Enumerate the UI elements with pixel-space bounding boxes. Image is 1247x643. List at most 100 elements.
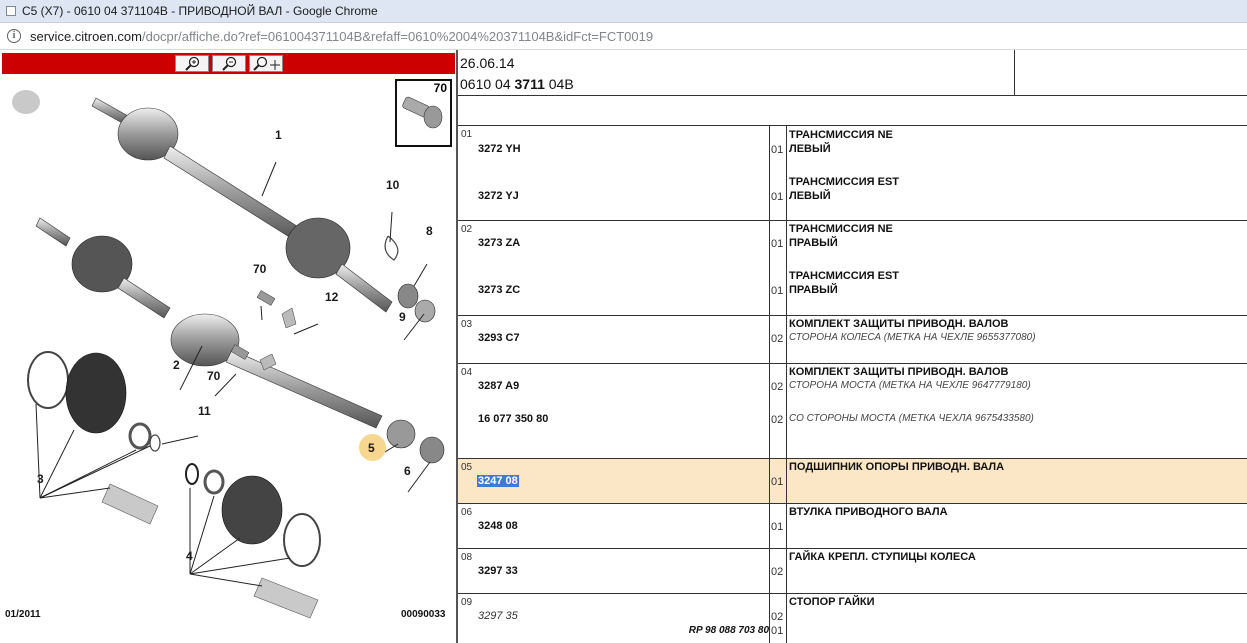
qty-cell (770, 126, 787, 220)
window-icon (6, 6, 16, 16)
zoom-in-icon (185, 56, 200, 71)
description: ПОДШИПНИК ОПОРЫ ПРИВОДН. ВАЛА (789, 461, 1005, 473)
description-detail: СО СТОРОНЫ МОСТА (МЕТКА ЧЕХЛА 9675433580… (789, 413, 1034, 424)
description: ВТУЛКА ПРИВОДНОГО ВАЛА (789, 506, 948, 518)
callout-70-lower[interactable]: 70 (207, 369, 220, 383)
quantity: 01 (771, 191, 784, 203)
seal-ring-8-shape (397, 283, 419, 309)
zoom-pan-button[interactable] (249, 55, 283, 72)
part-number[interactable]: 3297 35 (478, 610, 518, 622)
quantity: 02 (771, 414, 784, 426)
catalog-date: 26.06.14 (460, 55, 515, 71)
url-text[interactable]: service.citroen.com/docpr/affiche.do?ref… (30, 29, 653, 44)
description-detail: ПРАВЫЙ (789, 284, 838, 296)
header-spacer (458, 96, 1247, 126)
description: СТОПОР ГАЙКИ (789, 596, 875, 608)
zoom-out-icon (222, 56, 237, 71)
drawing-number: 00090033 (401, 609, 446, 620)
bearing-5-shape (386, 419, 416, 449)
description: КОМПЛЕКТ ЗАЩИТЫ ПРИВОДН. ВАЛОВ (789, 366, 1009, 378)
part-number-cell (458, 364, 770, 458)
table-row-selected[interactable]: 05 3247 08 01 ПОДШИПНИК ОПОРЫ ПРИВОДН. В… (458, 459, 1247, 504)
description-detail: ПРАВЫЙ (789, 237, 838, 249)
callout-11[interactable]: 11 (198, 404, 211, 418)
zoom-pan-icon (253, 56, 280, 71)
part-number[interactable]: 3273 ZA (478, 237, 520, 249)
part-number[interactable]: 16 077 350 80 (478, 413, 548, 425)
part-number[interactable]: 3297 33 (478, 565, 518, 577)
drawing-date: 01/2011 (5, 609, 41, 620)
item-number: 08 (461, 552, 473, 563)
inset-number: 70 (433, 81, 447, 95)
driveshaft-1-shape (91, 97, 393, 313)
callout-1[interactable]: 1 (275, 128, 282, 142)
description: ТРАНСМИССИЯ EST (789, 176, 899, 188)
table-row[interactable]: 06 3248 08 01 ВТУЛКА ПРИВОДНОГО ВАЛА (458, 504, 1247, 549)
url-host: service.citroen.com (30, 29, 142, 44)
zoom-toolbar (2, 53, 455, 74)
part-number[interactable]: 3287 A9 (478, 380, 519, 392)
callout-2[interactable]: 2 (173, 358, 180, 372)
boot-kit-4-shape (185, 463, 321, 619)
table-row[interactable]: 02 3273 ZA 01 ТРАНСМИССИЯ NE ПРАВЫЙ 3273… (458, 221, 1247, 316)
window-title: C5 (X7) - 0610 04 371104B - ПРИВОДНОЙ ВА… (22, 4, 378, 18)
quantity: 02 (771, 566, 784, 578)
part-number-cell (458, 126, 770, 220)
item-number: 05 (461, 462, 473, 473)
quantity-replacement: 01 (771, 625, 784, 637)
table-row[interactable]: 01 3272 YH 01 ТРАНСМИССИЯ NE ЛЕВЫЙ 3272 … (458, 126, 1247, 221)
part-number[interactable]: 3293 C7 (478, 332, 520, 344)
callout-4[interactable]: 4 (186, 549, 193, 563)
header-divider (1014, 50, 1015, 96)
address-bar[interactable]: i service.citroen.com/docpr/affiche.do?r… (0, 23, 1247, 50)
item-number: 02 (461, 224, 473, 235)
callout-70-upper[interactable]: 70 (253, 262, 266, 276)
parts-header: 26.06.14 0610 04 3711 04B (458, 50, 1247, 96)
table-row[interactable]: 08 3297 33 02 ГАЙКА КРЕПЛ. СТУПИЦЫ КОЛЕС… (458, 549, 1247, 594)
description: ТРАНСМИССИЯ NE (789, 129, 893, 141)
callout-8[interactable]: 8 (426, 224, 433, 238)
drawing-panel: 70 1 10 8 9 70 12 2 70 11 5 6 3 4 01/201… (0, 50, 456, 643)
callout-12[interactable]: 12 (325, 290, 338, 304)
quantity: 02 (771, 381, 784, 393)
part-number[interactable]: 3272 YJ (478, 190, 519, 202)
catalog-code: 0610 04 3711 04B (460, 76, 574, 92)
description: ТРАНСМИССИЯ EST (789, 270, 899, 282)
item-number: 03 (461, 319, 473, 330)
part-number-highlighted[interactable]: 3247 08 (477, 475, 519, 487)
code-suffix: 04B (544, 76, 574, 92)
bushing-6-shape (419, 436, 445, 464)
replacement-part-number[interactable]: RP 98 088 703 80 (689, 625, 769, 636)
description: КОМПЛЕКТ ЗАЩИТЫ ПРИВОДН. ВАЛОВ (789, 318, 1009, 330)
window-title-bar: C5 (X7) - 0610 04 371104B - ПРИВОДНОЙ ВА… (0, 0, 1247, 23)
zoom-out-button[interactable] (212, 55, 246, 72)
callout-10[interactable]: 10 (386, 178, 399, 192)
zoom-in-button[interactable] (175, 55, 209, 72)
code-prefix: 0610 04 (460, 76, 515, 92)
nut-9-shape (414, 299, 436, 323)
part-number[interactable]: 3248 08 (478, 520, 518, 532)
part-number-cell (458, 221, 770, 315)
description-detail: СТОРОНА КОЛЕСА (МЕТКА НА ЧЕХЛЕ 965537708… (789, 332, 1036, 343)
quantity: 02 (771, 611, 784, 623)
quantity: 01 (771, 476, 784, 488)
bolt-70-shape (256, 290, 276, 306)
callout-5[interactable]: 5 (368, 441, 375, 455)
exploded-parts-drawing (27, 97, 445, 619)
quantity: 01 (771, 238, 784, 250)
table-row[interactable]: 04 3287 A9 02 КОМПЛЕКТ ЗАЩИТЫ ПРИВОДН. В… (458, 364, 1247, 459)
quantity: 01 (771, 144, 784, 156)
table-row[interactable]: 09 3297 35 RP 98 088 703 80 02 01 СТОПОР… (458, 594, 1247, 643)
callout-9[interactable]: 9 (399, 310, 406, 324)
callout-6[interactable]: 6 (404, 464, 411, 478)
bolt-70-inset: 70 (395, 79, 452, 147)
info-icon[interactable]: i (7, 29, 21, 43)
table-row[interactable]: 03 3293 C7 02 КОМПЛЕКТ ЗАЩИТЫ ПРИВОДН. В… (458, 316, 1247, 364)
boot-kit-3-shape (27, 351, 161, 525)
part-number[interactable]: 3273 ZC (478, 284, 520, 296)
qty-cell (770, 221, 787, 315)
parts-panel: 26.06.14 0610 04 3711 04B 01 3272 YH 01 … (456, 50, 1247, 643)
callout-3[interactable]: 3 (37, 472, 44, 486)
part-number[interactable]: 3272 YH (478, 143, 521, 155)
description-detail: ЛЕВЫЙ (789, 143, 831, 155)
